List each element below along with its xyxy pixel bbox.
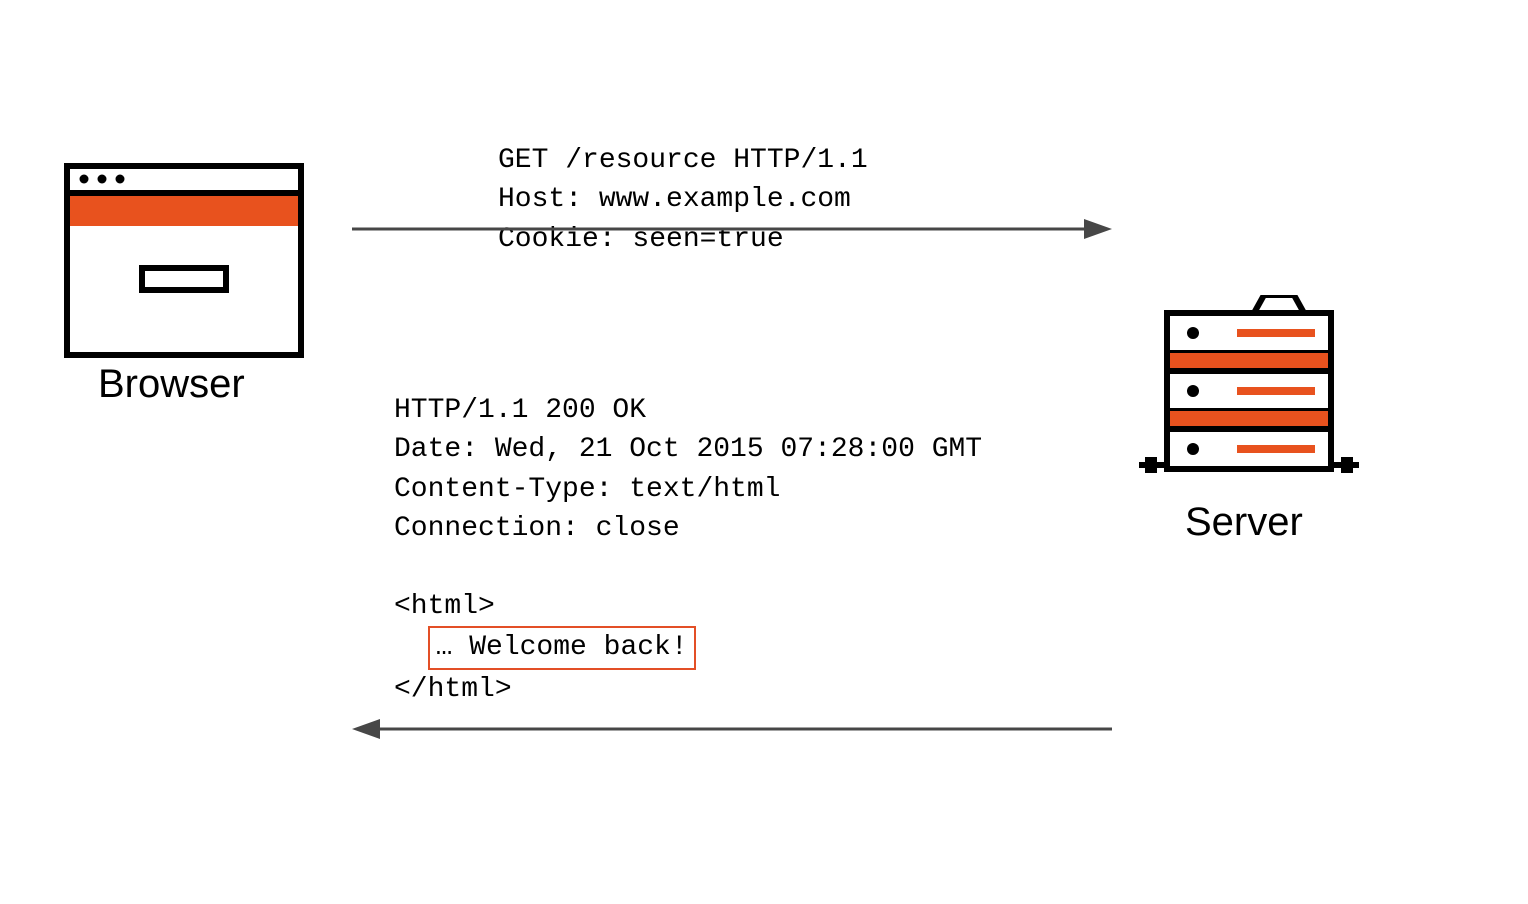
- browser-label: Browser: [98, 362, 245, 407]
- response-connection-header: Connection: close: [394, 513, 680, 544]
- browser-icon: [64, 163, 304, 358]
- arrow-left-icon: [352, 714, 1112, 744]
- http-request-block: GET /resource HTTP/1.1 Host: www.example…: [498, 102, 868, 298]
- response-content-type-header: Content-Type: text/html: [394, 474, 780, 505]
- response-status-line: HTTP/1.1 200 OK: [394, 395, 646, 426]
- request-host-header: Host: www.example.com: [498, 184, 851, 215]
- response-body-highlight: … Welcome back!: [428, 626, 696, 669]
- diagram-canvas: Browser Server GET /resource HTTP/1.1 Ho…: [0, 0, 1528, 904]
- response-date-header: Date: Wed, 21 Oct 2015 07:28:00 GMT: [394, 434, 982, 465]
- arrow-right-icon: [352, 214, 1112, 244]
- response-body-close-tag: </html>: [394, 674, 512, 705]
- http-response-block: HTTP/1.1 200 OK Date: Wed, 21 Oct 2015 0…: [394, 352, 982, 748]
- server-label: Server: [1185, 500, 1303, 545]
- request-line: GET /resource HTTP/1.1: [498, 145, 868, 176]
- response-body-open-tag: <html>: [394, 591, 495, 622]
- server-icon: [1139, 295, 1359, 505]
